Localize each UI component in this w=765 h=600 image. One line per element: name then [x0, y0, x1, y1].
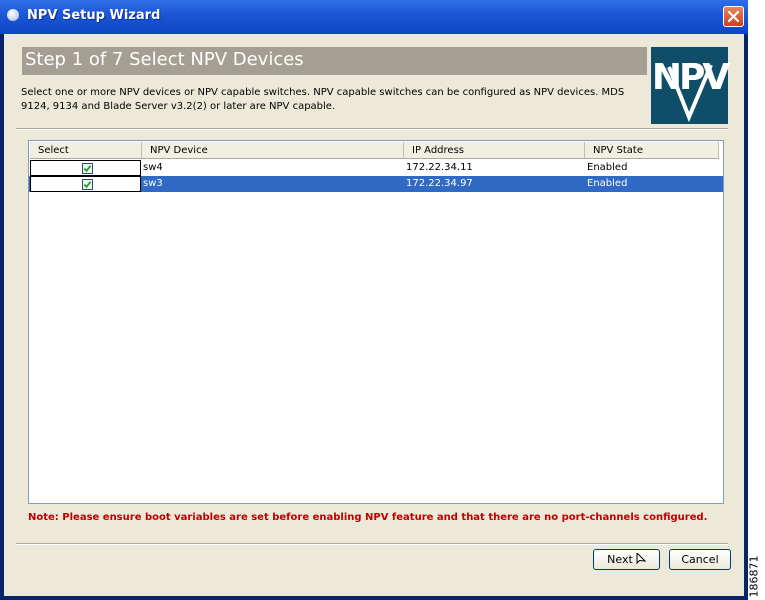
next-button[interactable]: Next [593, 549, 660, 570]
column-header-npv-device[interactable]: NPV Device [142, 142, 404, 159]
step-title: Step 1 of 7 Select NPV Devices [25, 49, 304, 70]
table-row-selected[interactable]: sw3 172.22.34.97 Enabled [29, 176, 723, 192]
device-cell: sw4 [143, 162, 163, 173]
state-cell: Enabled [587, 178, 628, 189]
wizard-window: NPV Setup Wizard Step 1 of 7 Select NPV … [0, 0, 748, 600]
npv-device-table[interactable]: Select NPV Device IP Address NPV State s… [28, 140, 724, 504]
figure-id: 186871 [745, 555, 765, 598]
column-header-select[interactable]: Select [30, 142, 142, 159]
figure-id-text: 186871 [747, 555, 761, 598]
window-title: NPV Setup Wizard [27, 8, 161, 23]
intro-text: Select one or more NPV devices or NPV ca… [21, 87, 625, 112]
logo-text: NPV [651, 57, 730, 98]
next-button-label: Next [607, 553, 633, 566]
select-checkbox[interactable] [82, 179, 93, 190]
ip-cell: 172.22.34.97 [406, 178, 473, 189]
close-icon [727, 10, 740, 23]
cancel-button[interactable]: Cancel [669, 549, 731, 570]
column-header-ip-address[interactable]: IP Address [404, 142, 585, 159]
app-icon [7, 9, 19, 21]
step-banner: Step 1 of 7 Select NPV Devices [22, 47, 647, 75]
check-icon [83, 165, 92, 173]
table-row[interactable]: sw4 172.22.34.11 Enabled [29, 160, 723, 176]
ip-cell: 172.22.34.11 [406, 162, 473, 173]
warning-note: Note: Please ensure boot variables are s… [28, 512, 708, 523]
npv-logo: NPV [651, 47, 730, 124]
separator-top [16, 128, 728, 130]
device-cell: sw3 [143, 178, 163, 189]
column-header-npv-state[interactable]: NPV State [585, 142, 719, 159]
title-bar[interactable]: NPV Setup Wizard [0, 0, 748, 34]
check-icon [83, 181, 92, 189]
state-cell: Enabled [587, 162, 628, 173]
select-cell[interactable] [30, 160, 141, 176]
separator-bottom [16, 543, 728, 545]
cursor-arrow-icon [636, 551, 647, 565]
select-cell[interactable] [30, 176, 141, 192]
wizard-client-area: Step 1 of 7 Select NPV Devices NPV Selec… [4, 34, 744, 596]
select-checkbox[interactable] [82, 163, 93, 174]
close-button[interactable] [723, 6, 744, 27]
